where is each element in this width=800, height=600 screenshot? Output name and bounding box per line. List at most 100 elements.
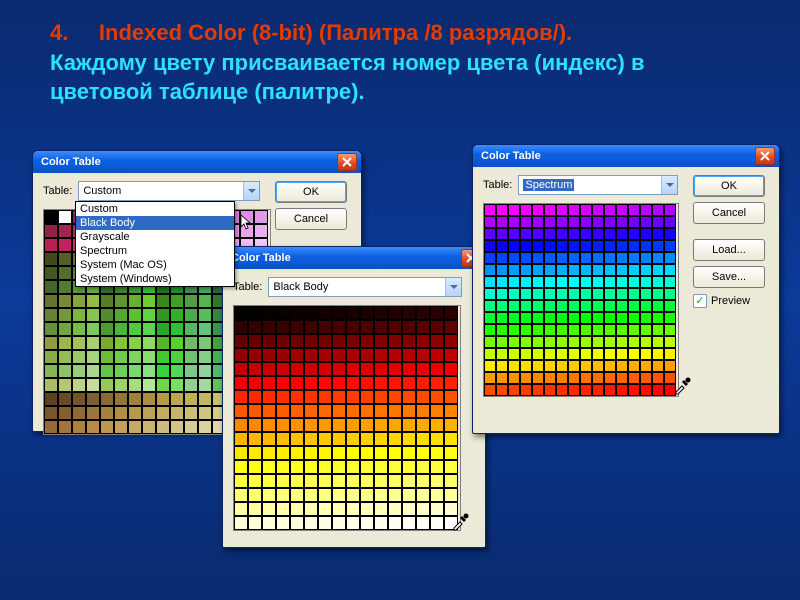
color-swatch[interactable]	[198, 308, 212, 322]
color-swatch[interactable]	[520, 312, 532, 324]
color-swatch[interactable]	[430, 348, 444, 362]
color-swatch[interactable]	[568, 336, 580, 348]
color-swatch[interactable]	[170, 392, 184, 406]
color-swatch[interactable]	[556, 252, 568, 264]
color-swatch[interactable]	[58, 336, 72, 350]
color-swatch[interactable]	[444, 446, 458, 460]
color-swatch[interactable]	[568, 300, 580, 312]
color-swatch[interactable]	[360, 362, 374, 376]
color-swatch[interactable]	[276, 306, 290, 320]
color-swatch[interactable]	[44, 266, 58, 280]
color-swatch[interactable]	[664, 312, 676, 324]
color-swatch[interactable]	[520, 384, 532, 396]
color-swatch[interactable]	[520, 240, 532, 252]
color-swatch[interactable]	[416, 446, 430, 460]
color-swatch[interactable]	[580, 360, 592, 372]
color-swatch[interactable]	[628, 252, 640, 264]
color-swatch[interactable]	[276, 320, 290, 334]
color-swatch[interactable]	[556, 264, 568, 276]
color-swatch[interactable]	[72, 308, 86, 322]
color-swatch[interactable]	[640, 216, 652, 228]
color-swatch[interactable]	[346, 348, 360, 362]
color-swatch[interactable]	[568, 288, 580, 300]
color-swatch[interactable]	[402, 474, 416, 488]
color-swatch[interactable]	[346, 432, 360, 446]
color-swatch[interactable]	[652, 372, 664, 384]
color-swatch[interactable]	[640, 336, 652, 348]
color-swatch[interactable]	[58, 364, 72, 378]
color-swatch[interactable]	[532, 324, 544, 336]
color-swatch[interactable]	[664, 204, 676, 216]
color-swatch[interactable]	[128, 322, 142, 336]
color-swatch[interactable]	[444, 488, 458, 502]
color-swatch[interactable]	[496, 336, 508, 348]
color-swatch[interactable]	[544, 336, 556, 348]
color-swatch[interactable]	[304, 306, 318, 320]
color-swatch[interactable]	[388, 320, 402, 334]
color-swatch[interactable]	[628, 336, 640, 348]
color-swatch[interactable]	[604, 324, 616, 336]
color-swatch[interactable]	[430, 376, 444, 390]
color-swatch[interactable]	[374, 376, 388, 390]
color-swatch[interactable]	[402, 376, 416, 390]
color-swatch[interactable]	[416, 390, 430, 404]
color-swatch[interactable]	[234, 432, 248, 446]
color-swatch[interactable]	[416, 432, 430, 446]
color-swatch[interactable]	[248, 474, 262, 488]
color-swatch[interactable]	[416, 418, 430, 432]
color-swatch[interactable]	[234, 306, 248, 320]
color-swatch[interactable]	[544, 264, 556, 276]
color-swatch[interactable]	[128, 294, 142, 308]
color-swatch[interactable]	[374, 320, 388, 334]
color-swatch[interactable]	[532, 204, 544, 216]
color-swatch[interactable]	[276, 474, 290, 488]
color-swatch[interactable]	[592, 252, 604, 264]
color-swatch[interactable]	[640, 348, 652, 360]
color-swatch[interactable]	[652, 276, 664, 288]
color-swatch[interactable]	[184, 336, 198, 350]
color-swatch[interactable]	[44, 392, 58, 406]
color-swatch[interactable]	[664, 252, 676, 264]
color-swatch[interactable]	[72, 294, 86, 308]
close-button[interactable]	[755, 147, 775, 165]
color-swatch[interactable]	[532, 252, 544, 264]
color-swatch[interactable]	[44, 280, 58, 294]
color-swatch[interactable]	[304, 502, 318, 516]
color-swatch[interactable]	[142, 336, 156, 350]
color-swatch[interactable]	[628, 348, 640, 360]
color-swatch[interactable]	[416, 376, 430, 390]
color-swatch[interactable]	[508, 348, 520, 360]
color-swatch[interactable]	[580, 264, 592, 276]
color-swatch[interactable]	[484, 288, 496, 300]
color-swatch[interactable]	[248, 516, 262, 530]
color-swatch[interactable]	[262, 334, 276, 348]
color-swatch[interactable]	[580, 384, 592, 396]
color-swatch[interactable]	[484, 240, 496, 252]
color-swatch[interactable]	[290, 320, 304, 334]
color-swatch[interactable]	[346, 474, 360, 488]
color-swatch[interactable]	[544, 360, 556, 372]
color-swatch[interactable]	[520, 336, 532, 348]
color-swatch[interactable]	[430, 404, 444, 418]
color-swatch[interactable]	[508, 312, 520, 324]
color-swatch[interactable]	[628, 384, 640, 396]
color-swatch[interactable]	[402, 460, 416, 474]
color-swatch[interactable]	[664, 228, 676, 240]
color-swatch[interactable]	[318, 390, 332, 404]
color-swatch[interactable]	[318, 474, 332, 488]
color-swatch[interactable]	[430, 390, 444, 404]
color-swatch[interactable]	[290, 334, 304, 348]
color-swatch[interactable]	[508, 372, 520, 384]
color-swatch[interactable]	[616, 264, 628, 276]
color-swatch[interactable]	[44, 406, 58, 420]
color-swatch[interactable]	[388, 460, 402, 474]
color-swatch[interactable]	[568, 228, 580, 240]
color-swatch[interactable]	[114, 350, 128, 364]
color-swatch[interactable]	[254, 224, 268, 238]
color-swatch[interactable]	[544, 312, 556, 324]
chevron-down-icon[interactable]	[243, 182, 259, 200]
color-swatch[interactable]	[44, 364, 58, 378]
color-swatch[interactable]	[332, 376, 346, 390]
color-swatch[interactable]	[346, 320, 360, 334]
color-swatch[interactable]	[114, 322, 128, 336]
